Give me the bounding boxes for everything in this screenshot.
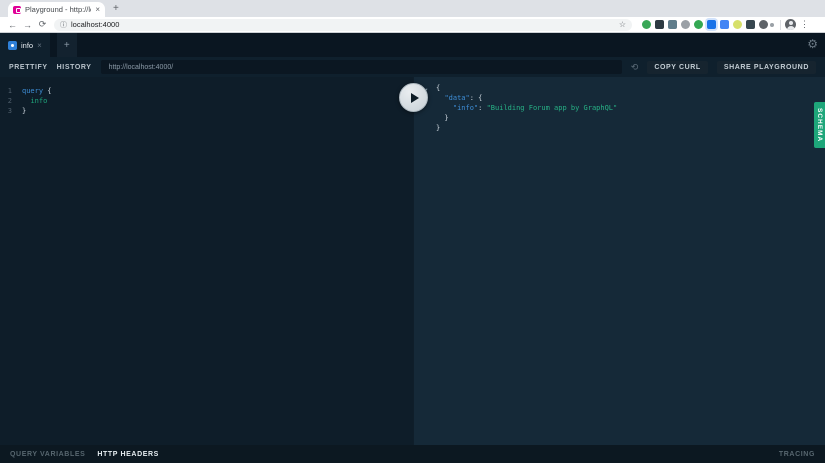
session-main: 1 query {2 info 3} ▾{ "data": { "info": "B… (0, 77, 825, 445)
forward-icon[interactable]: → (20, 20, 35, 30)
line-number: 3 (7, 107, 12, 115)
code-line: "data": { (444, 94, 483, 102)
prettify-button[interactable]: PRETTIFY (9, 64, 48, 71)
endpoint-input[interactable]: http://localhost:4000/ (100, 60, 622, 74)
code-line: 1 query { (0, 86, 413, 96)
query-variables-tab[interactable]: QUERY VARIABLES (10, 451, 85, 458)
playground-tabbar: info × + ⚙ (0, 33, 825, 57)
extension-icon[interactable] (642, 20, 651, 29)
omnibox[interactable]: ⓘ localhost:4000 ☆ (54, 18, 632, 31)
copy-curl-button[interactable]: COPY CURL (647, 60, 708, 74)
code-line: 3} (0, 106, 413, 116)
history-button[interactable]: HISTORY (57, 64, 92, 71)
session-toolbar: PRETTIFY HISTORY http://localhost:4000/ … (0, 57, 825, 77)
browser-tab[interactable]: Playground - http://localhost:4 × (8, 2, 105, 17)
toolbar-divider (780, 19, 781, 30)
share-playground-button[interactable]: SHARE PLAYGROUND (716, 60, 816, 74)
bottom-bar: QUERY VARIABLES HTTP HEADERS TRACING (0, 445, 825, 463)
profile-avatar[interactable] (785, 19, 796, 30)
code-line: } (436, 114, 449, 122)
extension-icon[interactable] (694, 20, 703, 29)
browser-tabstrip: Playground - http://localhost:4 × + (0, 0, 825, 17)
extension-icon[interactable] (655, 20, 664, 29)
extension-icon[interactable] (746, 20, 755, 29)
line-number: 2 (7, 97, 12, 105)
play-icon (410, 92, 419, 103)
execute-button[interactable] (399, 83, 428, 112)
endpoint-url-text: http://localhost:4000/ (108, 63, 174, 71)
site-info-icon[interactable]: ⓘ (60, 20, 67, 30)
extension-dot-icon[interactable] (770, 22, 774, 27)
extensions-row (642, 20, 768, 29)
http-headers-tab[interactable]: HTTP HEADERS (97, 451, 159, 458)
settings-gear-icon[interactable]: ⚙ (807, 38, 818, 50)
add-session-tab-button[interactable]: + (56, 33, 77, 57)
extension-icon[interactable] (681, 20, 690, 29)
session-tab-close-icon[interactable]: × (37, 41, 42, 50)
url-text[interactable]: localhost:4000 (71, 20, 615, 29)
session-tab-label: info (21, 40, 34, 50)
schema-tab-button[interactable]: SCHEMA (814, 102, 825, 149)
code-line: } (436, 124, 441, 132)
extension-icon[interactable] (733, 20, 742, 29)
extension-icon[interactable] (668, 20, 677, 29)
code-line: "info": "Building Forum app by GraphQL" (452, 104, 618, 112)
code-line: 2 info (0, 96, 413, 106)
browser-menu-icon[interactable]: ⋮ (800, 19, 809, 30)
response-pane: ▾{ "data": { "info": "Building Forum app… (413, 77, 825, 445)
extension-icon[interactable] (759, 20, 768, 29)
extension-icon[interactable] (720, 20, 729, 29)
tab-close-icon[interactable]: × (95, 5, 100, 14)
query-editor[interactable]: 1 query {2 info 3} (0, 77, 413, 445)
bookmark-star-icon[interactable]: ☆ (619, 20, 626, 29)
back-icon[interactable]: ← (5, 20, 20, 30)
tracing-tab[interactable]: TRACING (779, 451, 815, 458)
graphql-playground: info × + ⚙ PRETTIFY HISTORY http://local… (0, 33, 825, 463)
reload-icon[interactable]: ⟳ (35, 19, 50, 30)
playground-favicon-icon (13, 5, 21, 14)
new-tab-button[interactable]: + (113, 3, 119, 15)
browser-toolbar: ← → ⟳ ⓘ localhost:4000 ☆ ⋮ (0, 17, 825, 33)
code-line: ▾{ (425, 84, 441, 93)
extension-icon[interactable] (707, 20, 716, 29)
line-number: 1 (7, 87, 12, 95)
reconnect-icon[interactable]: ⟲ (631, 62, 639, 72)
session-tab-info[interactable]: info × (0, 33, 50, 57)
browser-tab-title: Playground - http://localhost:4 (25, 5, 91, 14)
query-tab-dot-icon (8, 40, 17, 50)
